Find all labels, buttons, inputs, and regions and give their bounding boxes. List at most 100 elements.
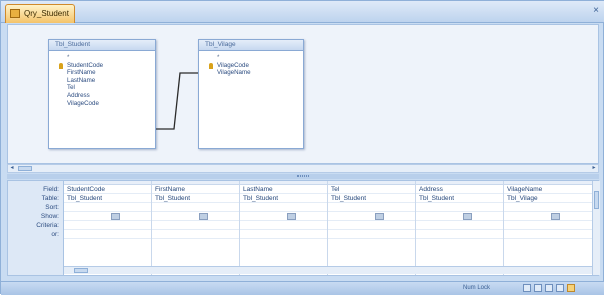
field-cell[interactable]: StudentCode <box>64 185 151 194</box>
design-pane-hscrollbar[interactable]: ◂ ▸ <box>7 164 599 173</box>
relationship-line <box>156 72 198 130</box>
query-design-window: Qry_Student × Tbl_Student * StudentCode … <box>0 0 604 295</box>
table-cell[interactable]: Tbl_Student <box>64 194 151 203</box>
field-cell[interactable]: LastName <box>240 185 327 194</box>
sql-view-icon[interactable] <box>556 284 564 292</box>
show-cell <box>240 212 327 221</box>
criteria-cell[interactable] <box>240 221 327 230</box>
table-design-pane: Tbl_Student * StudentCode FirstName Last… <box>7 24 599 164</box>
table-cell[interactable]: Tbl_Student <box>152 194 239 203</box>
criteria-cell[interactable] <box>504 221 592 230</box>
table-box-title[interactable]: Tbl_Student <box>49 40 155 51</box>
pivottable-view-icon[interactable] <box>534 284 542 292</box>
scroll-left-icon[interactable]: ◂ <box>8 165 16 172</box>
grid-columns: StudentCode Tbl_Student FirstName Tbl_St… <box>64 181 592 275</box>
row-label-or: or: <box>51 231 59 238</box>
or-cell[interactable] <box>240 230 327 239</box>
show-cell <box>328 212 415 221</box>
grid-column[interactable]: Address Tbl_Student <box>416 181 504 275</box>
pivotchart-view-icon[interactable] <box>545 284 553 292</box>
primary-key-icon <box>59 62 63 69</box>
row-label-criteria: Criteria: <box>36 222 59 229</box>
scroll-thumb[interactable] <box>74 268 88 273</box>
table-box-student[interactable]: Tbl_Student * StudentCode FirstName Last… <box>48 39 156 149</box>
row-label-show: Show: <box>40 213 59 220</box>
field-cell[interactable]: Tel <box>328 185 415 194</box>
row-label-field: Field: <box>43 186 59 193</box>
field-item-key[interactable]: StudentCode <box>49 62 155 70</box>
grid-column[interactable]: StudentCode Tbl_Student <box>64 181 152 275</box>
field-list: * VilageCode VilageName <box>199 51 303 77</box>
show-checkbox[interactable] <box>199 213 208 220</box>
or-cell[interactable] <box>416 230 503 239</box>
show-checkbox[interactable] <box>287 213 296 220</box>
pane-splitter[interactable] <box>7 174 599 179</box>
table-box-title[interactable]: Tbl_Vilage <box>199 40 303 51</box>
sort-cell[interactable] <box>64 203 151 212</box>
document-tab-bar: Qry_Student × <box>1 1 604 23</box>
query-tab-title: Qry_Student <box>24 9 69 18</box>
scroll-right-icon[interactable]: ▸ <box>590 165 598 172</box>
criteria-cell[interactable] <box>152 221 239 230</box>
show-checkbox[interactable] <box>111 213 120 220</box>
field-item[interactable]: FirstName <box>49 69 155 77</box>
close-icon[interactable]: × <box>593 5 599 16</box>
sort-cell[interactable] <box>152 203 239 212</box>
sort-cell[interactable] <box>416 203 503 212</box>
table-cell[interactable]: Tbl_Vilage <box>504 194 592 203</box>
criteria-cell[interactable] <box>416 221 503 230</box>
query-grid: Field: Table: Sort: Show: Criteria: or: … <box>7 180 600 276</box>
scroll-thumb[interactable] <box>594 191 599 209</box>
field-cell[interactable]: FirstName <box>152 185 239 194</box>
status-bar: Num Lock <box>1 281 604 295</box>
field-list: * StudentCode FirstName LastName Tel Add… <box>49 51 155 107</box>
field-cell[interactable]: VilageName <box>504 185 592 194</box>
scroll-thumb[interactable] <box>18 166 32 171</box>
grid-column[interactable]: Tel Tbl_Student <box>328 181 416 275</box>
criteria-cell[interactable] <box>328 221 415 230</box>
or-cell[interactable] <box>328 230 415 239</box>
primary-key-icon <box>209 62 213 69</box>
field-item[interactable]: VilageName <box>199 69 303 77</box>
status-text: Num Lock <box>463 285 491 291</box>
show-cell <box>504 212 592 221</box>
field-item[interactable]: LastName <box>49 77 155 85</box>
row-label-table: Table: <box>41 195 59 202</box>
sort-cell[interactable] <box>328 203 415 212</box>
query-tab[interactable]: Qry_Student <box>5 4 75 23</box>
field-all[interactable]: * <box>199 54 303 62</box>
show-cell <box>64 212 151 221</box>
grid-row-labels: Field: Table: Sort: Show: Criteria: or: <box>8 181 64 275</box>
field-all[interactable]: * <box>49 54 155 62</box>
splitter-grip-icon[interactable] <box>297 175 309 177</box>
or-cell[interactable] <box>152 230 239 239</box>
datasheet-view-icon[interactable] <box>523 284 531 292</box>
grid-hscrollbar[interactable] <box>64 266 592 274</box>
field-cell[interactable]: Address <box>416 185 503 194</box>
field-item[interactable]: VilageCode <box>49 100 155 108</box>
table-cell[interactable]: Tbl_Student <box>240 194 327 203</box>
show-cell <box>416 212 503 221</box>
field-item[interactable]: Tel <box>49 84 155 92</box>
grid-column[interactable]: VilageName Tbl_Vilage <box>504 181 592 275</box>
criteria-cell[interactable] <box>64 221 151 230</box>
show-checkbox[interactable] <box>375 213 384 220</box>
grid-vscrollbar[interactable] <box>592 181 600 275</box>
or-cell[interactable] <box>64 230 151 239</box>
table-cell[interactable]: Tbl_Student <box>416 194 503 203</box>
row-label-sort: Sort: <box>45 204 59 211</box>
table-cell[interactable]: Tbl_Student <box>328 194 415 203</box>
sort-cell[interactable] <box>504 203 592 212</box>
grid-column[interactable]: FirstName Tbl_Student <box>152 181 240 275</box>
field-item-key[interactable]: VilageCode <box>199 62 303 70</box>
or-cell[interactable] <box>504 230 592 239</box>
show-checkbox[interactable] <box>463 213 472 220</box>
field-item[interactable]: Address <box>49 92 155 100</box>
design-view-icon[interactable] <box>567 284 575 292</box>
table-box-vilage[interactable]: Tbl_Vilage * VilageCode VilageName <box>198 39 304 149</box>
sort-cell[interactable] <box>240 203 327 212</box>
query-icon <box>10 9 20 18</box>
show-cell <box>152 212 239 221</box>
show-checkbox[interactable] <box>551 213 560 220</box>
grid-column[interactable]: LastName Tbl_Student <box>240 181 328 275</box>
